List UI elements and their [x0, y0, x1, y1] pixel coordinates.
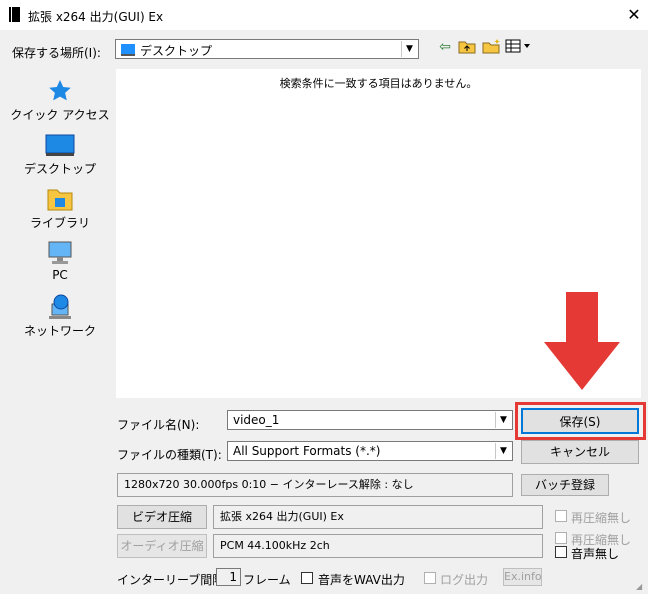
chevron-down-icon: ▼ — [401, 41, 417, 57]
video-info-summary: 1280x720 30.000fps 0:10 − インターレース解除 : なし — [117, 473, 513, 497]
places-bar: クイック アクセス デスクトップ ライブラリ PC ネットワーク — [10, 70, 110, 370]
location-value: デスクトップ — [140, 44, 213, 58]
close-button[interactable]: ✕ — [623, 5, 645, 25]
view-menu-icon[interactable] — [505, 38, 531, 56]
place-pc[interactable]: PC — [10, 240, 110, 282]
place-desktop[interactable]: デスクトップ — [10, 132, 110, 177]
location-label: 保存する場所(I): — [12, 46, 101, 60]
video-compress-button[interactable]: ビデオ圧縮 — [117, 505, 207, 529]
cancel-button[interactable]: キャンセル — [521, 440, 639, 464]
place-network[interactable]: ネットワーク — [10, 294, 110, 339]
filetype-label: ファイルの種類(T): — [117, 448, 222, 462]
exinfo-button[interactable]: Ex.info — [503, 568, 542, 586]
app-icon — [9, 7, 20, 22]
filetype-dropdown[interactable]: All Support Formats (*.*) ▼ — [227, 441, 513, 461]
no-recompress-video-checkbox[interactable] — [555, 510, 567, 522]
save-highlight-box — [515, 402, 646, 440]
place-quick-access[interactable]: クイック アクセス — [10, 78, 110, 123]
log-output-label: ログ出力 — [440, 573, 489, 587]
batch-register-button[interactable]: バッチ登録 — [521, 474, 609, 496]
desktop-small-icon — [121, 44, 135, 56]
interleave-unit: フレーム — [243, 573, 291, 587]
network-icon — [10, 294, 110, 320]
chevron-down-icon: ▼ — [495, 412, 511, 428]
filetype-value: All Support Formats (*.*) — [233, 444, 381, 458]
filename-value: video_1 — [233, 413, 280, 427]
library-folder-icon — [10, 186, 110, 212]
no-audio-label: 音声無し — [571, 547, 620, 561]
audio-compress-button[interactable]: オーディオ圧縮 — [117, 534, 207, 558]
filename-input[interactable]: video_1 ▼ — [227, 410, 513, 430]
no-recompress-video-label: 再圧縮無し — [571, 511, 632, 525]
interleave-label: インターリーブ間隔 : — [117, 573, 233, 587]
new-folder-icon[interactable] — [482, 38, 500, 56]
audio-codec-field: PCM 44.100kHz 2ch — [213, 534, 543, 558]
wav-output-checkbox[interactable] — [301, 572, 313, 584]
place-library[interactable]: ライブラリ — [10, 186, 110, 231]
up-folder-icon[interactable] — [458, 38, 476, 56]
red-arrow-icon — [544, 292, 620, 390]
no-recompress-audio-checkbox[interactable] — [555, 532, 567, 544]
filename-label: ファイル名(N): — [117, 418, 200, 432]
video-codec-field: 拡張 x264 出力(GUI) Ex — [213, 505, 543, 529]
back-arrow-icon[interactable]: ⇦ — [436, 38, 454, 56]
wav-output-label: 音声をWAV出力 — [318, 573, 405, 587]
computer-icon — [10, 240, 110, 266]
empty-message: 検索条件に一致する項目はありません。 — [279, 77, 478, 90]
no-audio-checkbox[interactable] — [555, 546, 567, 558]
window-title: 拡張 x264 出力(GUI) Ex — [28, 10, 164, 24]
desktop-icon — [10, 132, 110, 158]
log-output-checkbox[interactable] — [424, 572, 436, 584]
resize-grip-icon[interactable]: ◢ — [636, 582, 646, 592]
location-dropdown[interactable]: デスクトップ ▼ — [115, 39, 419, 59]
chevron-down-icon: ▼ — [495, 443, 511, 459]
interleave-input[interactable]: 1 — [216, 568, 241, 586]
star-icon — [10, 78, 110, 104]
